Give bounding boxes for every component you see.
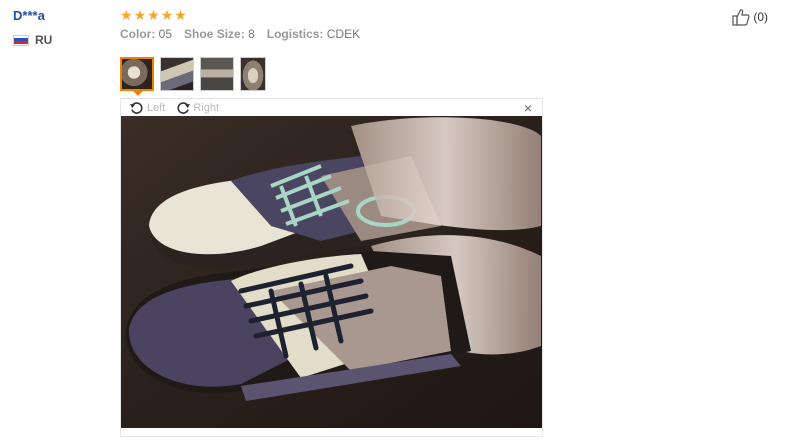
helpful-like-button[interactable]: (0) [732,8,768,26]
attribute-value: 05 [158,27,173,41]
attribute-label: Shoe Size: [184,27,245,41]
rotate-left-icon [130,101,143,114]
attribute-value: CDEK [326,27,361,41]
star-icon: ★ [160,7,174,23]
star-icon: ★ [174,7,187,23]
rotate-left-button[interactable]: Left [129,100,165,116]
reviewer-country: RU [13,33,113,47]
russia-flag-icon [13,34,29,46]
reviewer-name: D***a [13,8,45,23]
attribute-value: 8 [248,27,255,41]
active-thumbnail-indicator [133,91,143,96]
review-photo-thumbnail[interactable] [200,57,234,91]
thumbnail-strip [120,57,266,91]
shoe-photo-image [121,116,542,428]
rotate-right-label: Right [193,101,220,114]
rotate-left-label: Left [147,101,166,114]
review-photo-thumbnail[interactable] [240,57,266,91]
close-viewer-button[interactable]: × [524,100,532,116]
country-code: RU [35,33,53,47]
attribute-logistics: Logistics: CDEK [267,27,360,41]
star-icon: ★ [133,7,147,23]
attribute-shoe-size: Shoe Size: 8 [184,27,255,41]
review-photo-thumbnail[interactable] [120,57,154,91]
attribute-label: Logistics: [266,27,324,41]
attribute-label: Color: [120,27,156,41]
like-count: (0) [753,10,768,24]
review-photo-large [121,116,542,428]
review-attributes: Color: 05 Shoe Size: 8 Logistics: CDEK [120,27,740,41]
reviewer-info: D***a RU [13,8,113,47]
review-photo-thumbnail[interactable] [160,57,194,91]
photo-viewer: Left Right × [120,98,543,437]
review-main: ★ ★ ★ ★ ★ Color: 05 Shoe Size: 8 Logisti… [120,7,740,41]
thumbs-up-icon [732,9,750,26]
viewer-toolbar: Left Right [121,99,542,116]
rotate-right-button[interactable]: Right [175,100,219,116]
rotate-right-icon [177,101,191,114]
star-icon: ★ [147,7,160,23]
attribute-color: Color: 05 [120,27,172,41]
star-icon: ★ [120,7,133,23]
star-rating: ★ ★ ★ ★ ★ [120,7,740,23]
